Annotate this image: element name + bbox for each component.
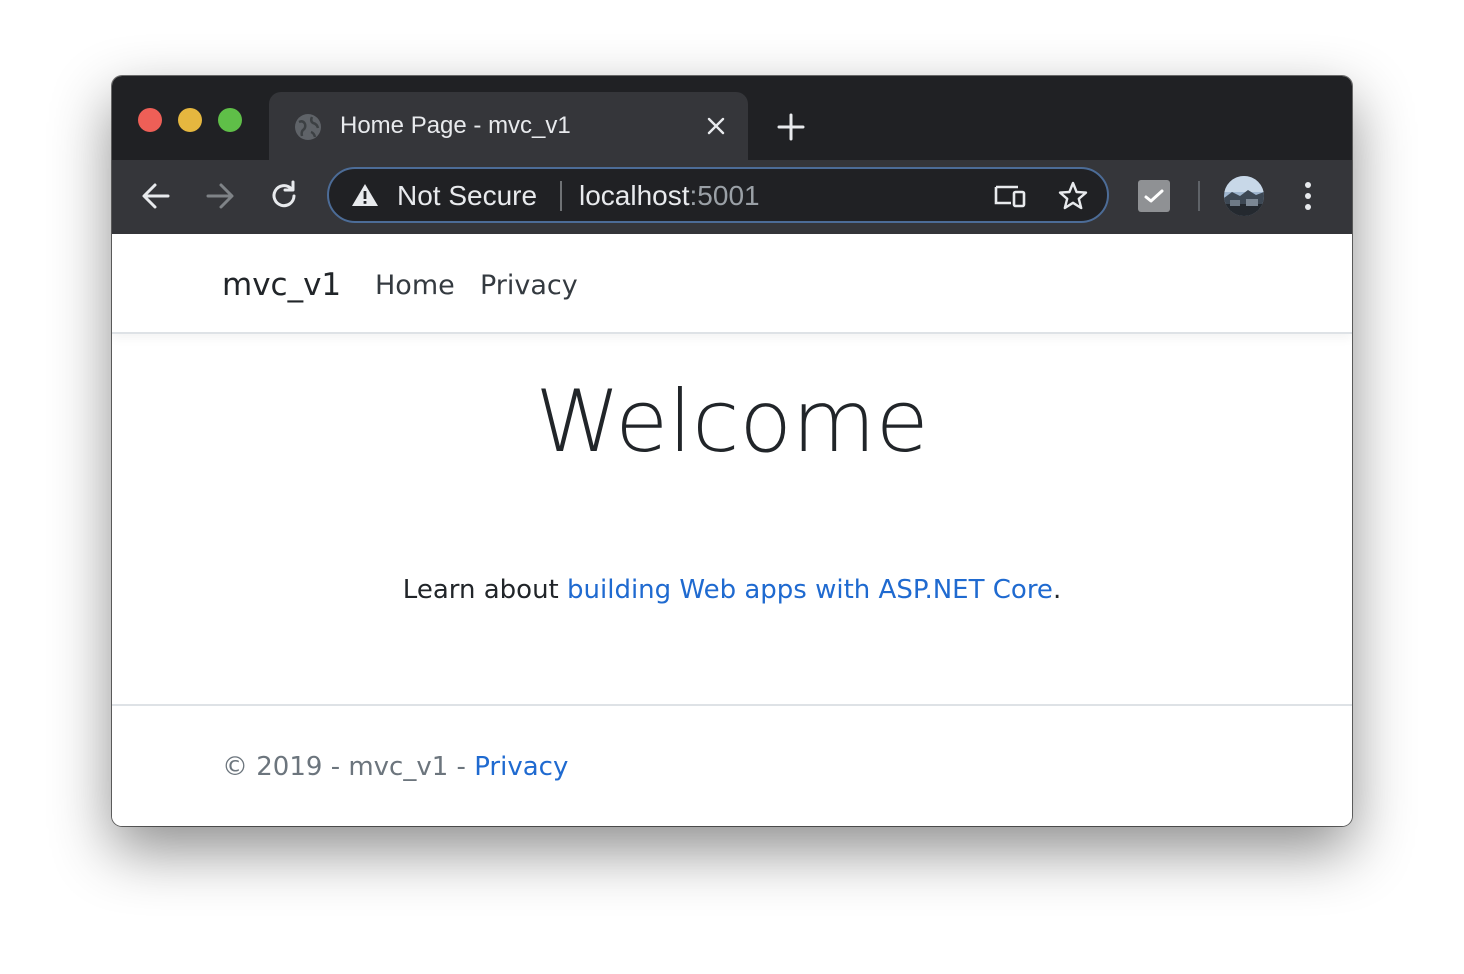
url-host: localhost: [579, 180, 690, 211]
page-title: Welcome: [535, 372, 929, 472]
docs-link[interactable]: building Web apps with ASP.NET Core: [567, 575, 1053, 605]
minimize-window-button[interactable]: [178, 108, 202, 132]
kebab-menu-icon[interactable]: [1294, 178, 1322, 214]
arrow-left-icon[interactable]: [138, 178, 174, 214]
lead-prefix: Learn about: [402, 575, 568, 605]
arrow-right-icon[interactable]: [202, 178, 238, 214]
security-label[interactable]: Not Secure: [397, 180, 537, 212]
tab-strip: Home Page - mvc_v1: [112, 76, 1352, 160]
check-icon: [1144, 189, 1164, 203]
browser-window: Home Page - mvc_v1 Not Secure localhost:…: [112, 76, 1352, 826]
lead-suffix: .: [1052, 575, 1062, 605]
lead-paragraph: Learn about building Web apps with ASP.N…: [112, 572, 1352, 608]
plus-icon[interactable]: [776, 112, 806, 142]
maximize-window-button[interactable]: [218, 108, 242, 132]
close-window-button[interactable]: [138, 108, 162, 132]
close-icon[interactable]: [704, 114, 728, 138]
browser-tab[interactable]: Home Page - mvc_v1: [269, 92, 748, 160]
site-footer: © 2019 - mvc_v1 - Privacy: [112, 704, 1352, 826]
avatar[interactable]: [1224, 176, 1264, 216]
toolbar-divider: [1198, 181, 1200, 211]
nav-link-privacy[interactable]: Privacy: [480, 269, 578, 303]
tab-title: Home Page - mvc_v1: [340, 112, 571, 139]
navbar-brand[interactable]: mvc_v1: [222, 266, 341, 304]
reload-icon[interactable]: [266, 178, 302, 214]
globe-icon: [295, 114, 321, 140]
extension-icon[interactable]: [1138, 180, 1170, 212]
profile-photo: [1224, 176, 1264, 216]
warning-triangle-icon[interactable]: [351, 182, 379, 208]
copyright-text: © 2019 - mvc_v1 -: [222, 752, 475, 782]
nav-link-home[interactable]: Home: [375, 269, 455, 303]
page-viewport: mvc_v1 Home Privacy Welcome Learn about …: [112, 234, 1352, 826]
address-bar[interactable]: Not Secure localhost:5001: [327, 167, 1109, 223]
footer-privacy-link[interactable]: Privacy: [474, 752, 568, 782]
omnibox-separator: [560, 181, 562, 211]
url-port: :5001: [689, 180, 760, 211]
site-navbar: mvc_v1 Home Privacy: [112, 234, 1352, 334]
devices-icon[interactable]: [993, 183, 1027, 209]
url-text[interactable]: localhost:5001: [579, 180, 760, 212]
footer-text: © 2019 - mvc_v1 - Privacy: [222, 750, 568, 784]
star-icon[interactable]: [1057, 180, 1089, 212]
